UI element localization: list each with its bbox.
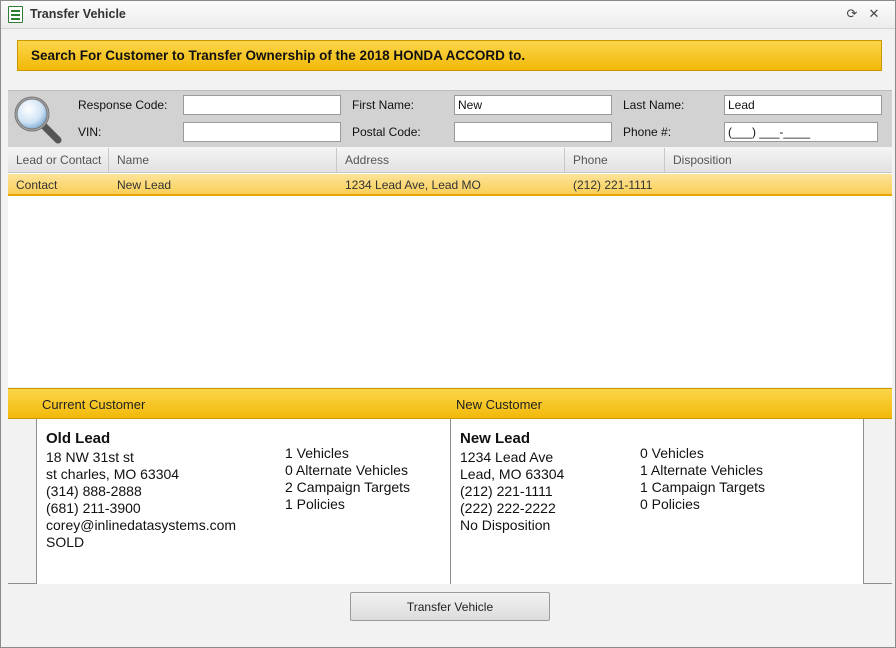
title-bar: Transfer Vehicle ⟳ ✕	[1, 1, 895, 29]
current-customer-heading: Current Customer	[42, 397, 146, 412]
current-customer-name: Old Lead	[46, 430, 111, 447]
new-customer-name: New Lead	[460, 430, 531, 447]
current-customer-policies: 1 Policies	[285, 496, 345, 512]
column-header-disposition[interactable]: Disposition	[665, 148, 892, 173]
column-header-name[interactable]: Name	[109, 148, 337, 173]
current-customer-alt-vehicles: 0 Alternate Vehicles	[285, 462, 408, 478]
new-customer-policies: 0 Policies	[640, 496, 700, 512]
phone-input[interactable]	[724, 122, 878, 142]
transfer-vehicle-button[interactable]: Transfer Vehicle	[350, 592, 550, 621]
window-title: Transfer Vehicle	[30, 7, 126, 21]
transfer-vehicle-window: Transfer Vehicle ⟳ ✕ Search For Customer…	[0, 0, 896, 648]
close-icon[interactable]: ✕	[865, 5, 883, 23]
current-customer-email: corey@inlinedatasystems.com	[46, 517, 237, 533]
cell-disposition	[665, 174, 673, 196]
first-name-input[interactable]	[454, 95, 612, 115]
vin-label: VIN:	[78, 125, 102, 139]
results-grid-header: Lead or Contact Name Address Phone Dispo…	[8, 148, 892, 173]
cell-phone: (212) 221-1111	[573, 178, 653, 192]
first-name-label: First Name:	[352, 98, 415, 112]
column-header-lead-or-contact[interactable]: Lead or Contact	[8, 148, 109, 173]
form-icon	[8, 6, 23, 23]
new-customer-address-line: 1234 Lead Ave	[460, 449, 554, 465]
new-customer-disposition: No Disposition	[460, 517, 551, 533]
last-name-input[interactable]	[724, 95, 882, 115]
phone-label: Phone #:	[623, 125, 672, 139]
results-grid: Contact New Lead 1234 Lead Ave, Lead MO …	[8, 173, 892, 387]
new-customer-phone-1: (212) 221-1111	[460, 483, 553, 499]
current-customer-phone-1: (314) 888-2888	[46, 483, 142, 499]
search-panel: Response Code: First Name: Last Name: VI…	[8, 90, 892, 147]
new-customer-vehicles: 0 Vehicles	[640, 445, 704, 461]
postal-code-input[interactable]	[454, 122, 612, 142]
customer-compare-header: Current Customer New Customer	[8, 388, 892, 419]
magnifier-icon	[14, 96, 62, 144]
cell-name: New Lead	[117, 178, 172, 192]
cell-lead-or-contact: Contact	[16, 178, 58, 192]
current-customer-panel: Old Lead 18 NW 31st st st charles, MO 63…	[36, 419, 450, 584]
new-customer-phone-2: (222) 222-2222	[460, 500, 556, 516]
new-customer-city-line: Lead, MO 63304	[460, 466, 565, 482]
customer-compare-area: Old Lead 18 NW 31st st st charles, MO 63…	[8, 419, 892, 584]
current-customer-city-line: st charles, MO 63304	[46, 466, 180, 482]
current-customer-status: SOLD	[46, 534, 85, 550]
action-bar: Transfer Vehicle	[8, 585, 892, 643]
cell-address: 1234 Lead Ave, Lead MO	[345, 178, 481, 192]
current-customer-address-line: 18 NW 31st st	[46, 449, 134, 465]
current-customer-campaign-targets: 2 Campaign Targets	[285, 479, 411, 495]
new-customer-campaign-targets: 1 Campaign Targets	[640, 479, 766, 495]
postal-code-label: Postal Code:	[352, 125, 421, 139]
current-customer-phone-2: (681) 211-3900	[46, 500, 141, 516]
new-customer-panel: New Lead 1234 Lead Ave Lead, MO 63304 (2…	[450, 419, 864, 584]
table-row[interactable]: Contact New Lead 1234 Lead Ave, Lead MO …	[8, 174, 892, 196]
column-header-address[interactable]: Address	[337, 148, 565, 173]
banner-text: Search For Customer to Transfer Ownershi…	[31, 48, 526, 63]
current-customer-vehicles: 1 Vehicles	[285, 445, 349, 461]
column-header-phone[interactable]: Phone	[565, 148, 665, 173]
last-name-label: Last Name:	[623, 98, 685, 112]
refresh-icon[interactable]: ⟳	[843, 5, 861, 23]
response-code-input[interactable]	[183, 95, 341, 115]
new-customer-heading: New Customer	[456, 397, 542, 412]
new-customer-alt-vehicles: 1 Alternate Vehicles	[640, 462, 763, 478]
instruction-banner: Search For Customer to Transfer Ownershi…	[17, 40, 882, 71]
response-code-label: Response Code:	[78, 98, 168, 112]
vin-input[interactable]	[183, 122, 341, 142]
